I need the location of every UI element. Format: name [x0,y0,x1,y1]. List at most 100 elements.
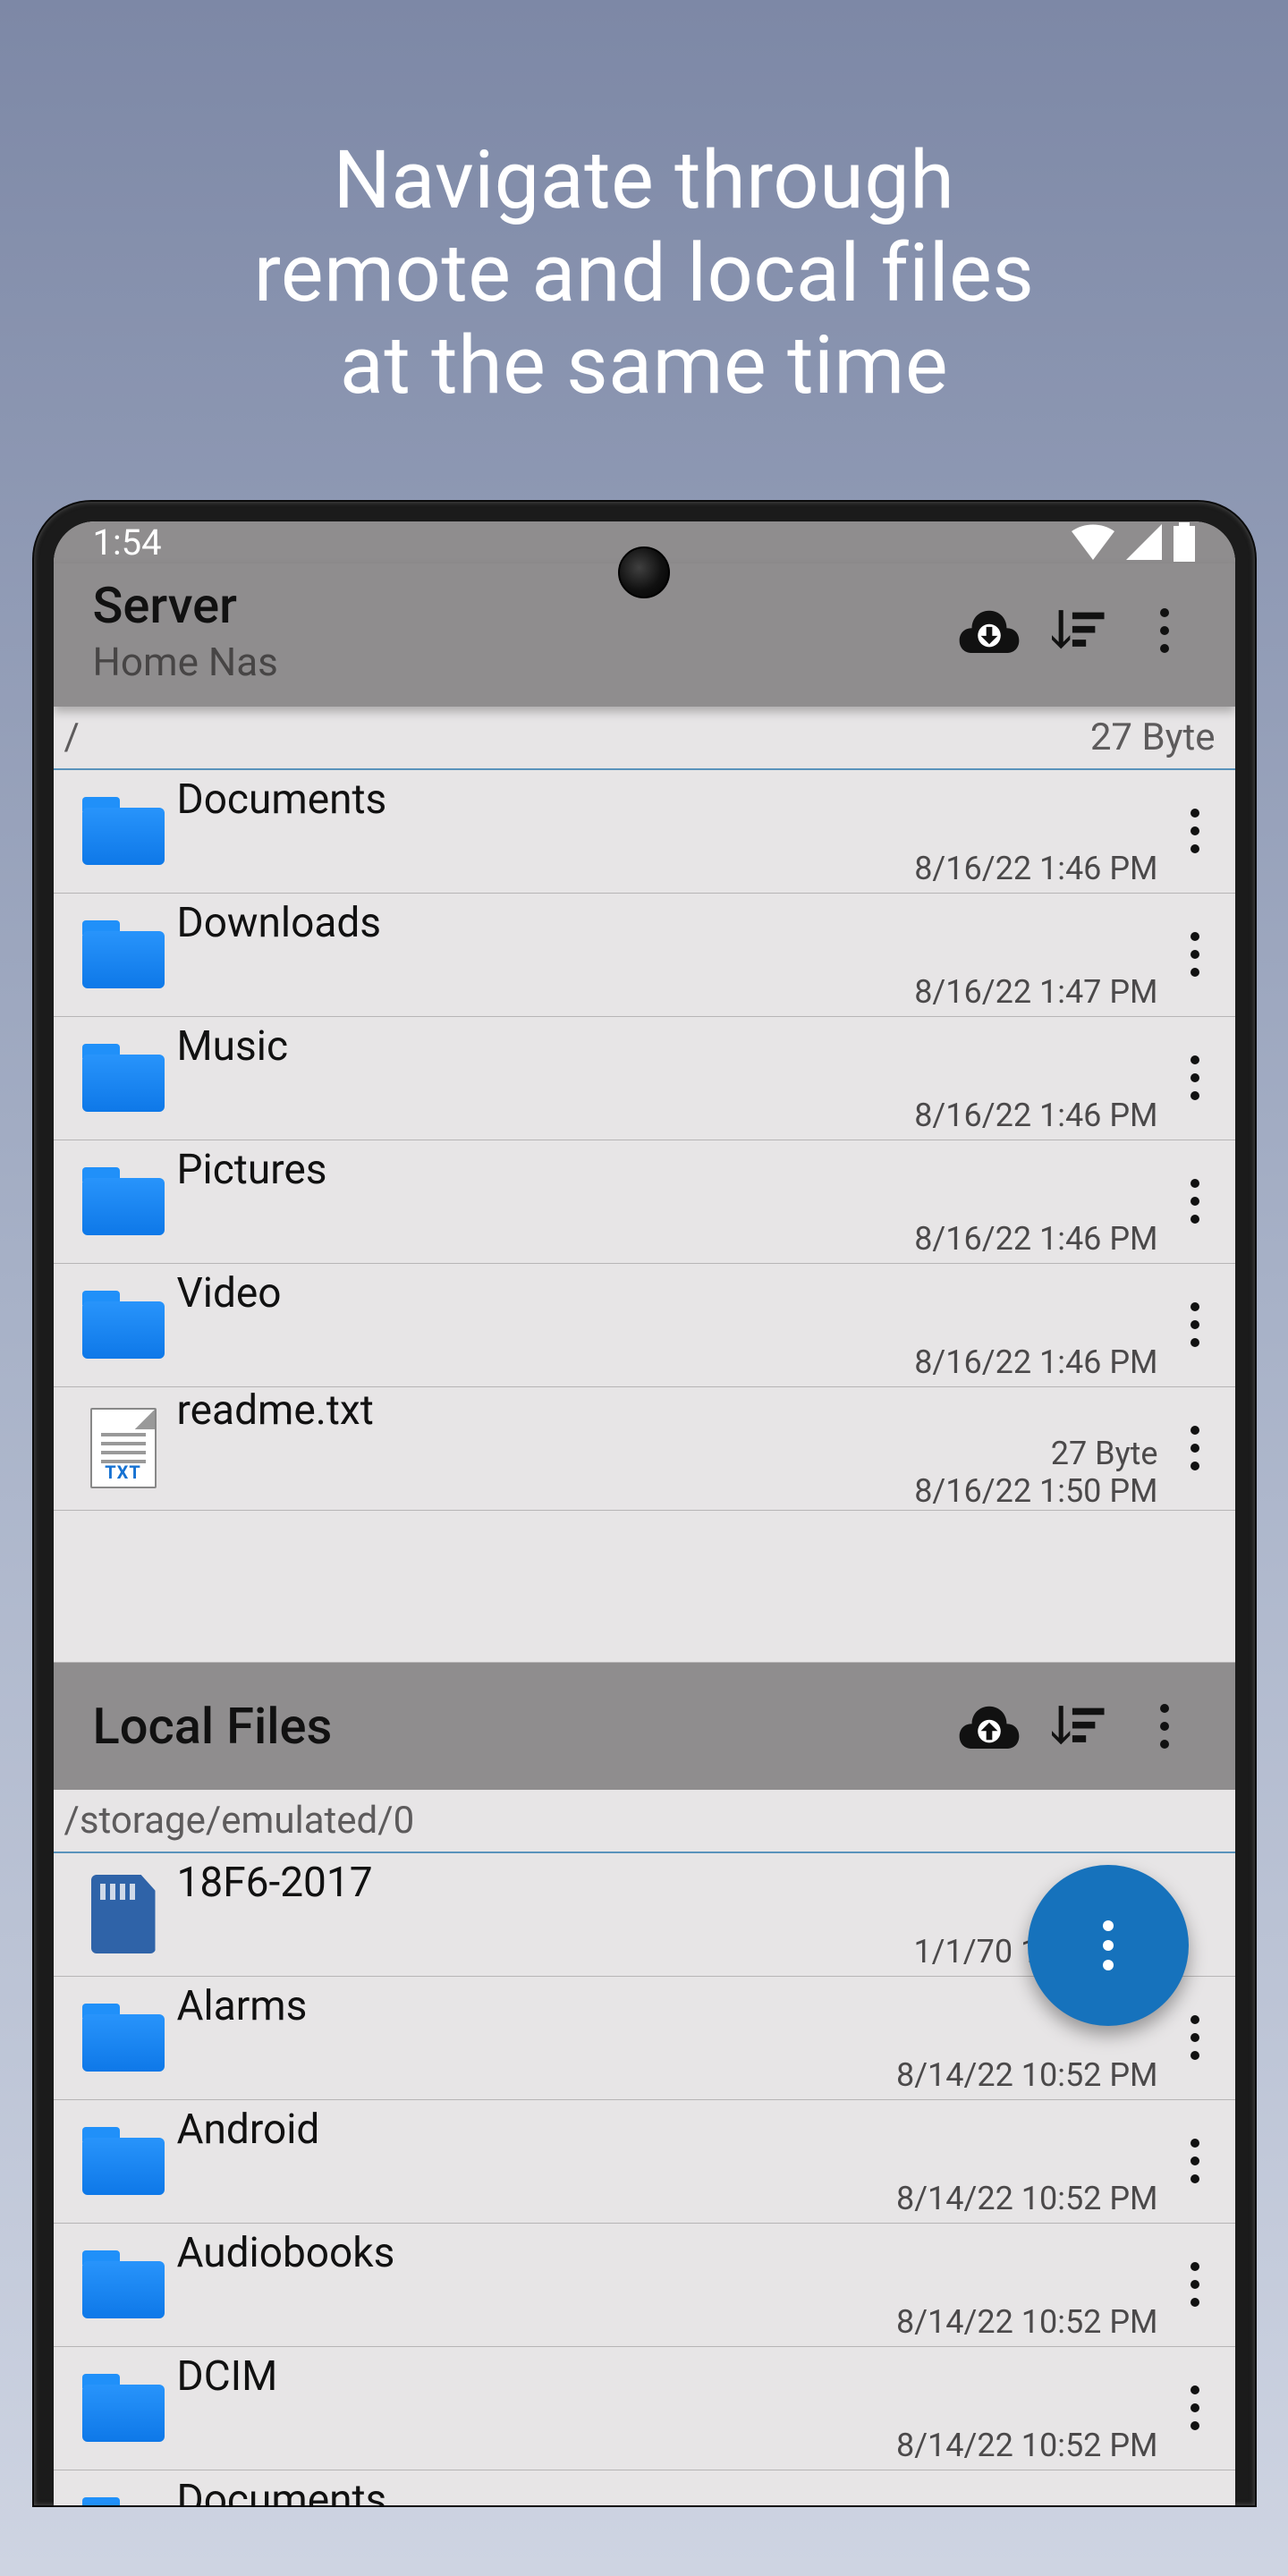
row-more-button[interactable] [1171,2224,1219,2346]
file-size: 27 Byte [1051,1435,1158,1472]
more-vert-icon [1191,1302,1199,1347]
fab-button[interactable] [1028,1865,1189,2026]
file-date: 8/16/22 1:47 PM [914,973,1157,1011]
file-meta: 8/14/22 10:52 PM [177,2180,1171,2217]
file-meta: 8/14/22 10:52 PM [177,2056,1171,2094]
file-row[interactable]: TXTreadme.txt27 Byte8/16/22 1:50 PM [54,1387,1235,1511]
folder-icon [82,797,165,865]
sort-button[interactable] [1046,599,1108,662]
file-name: readme.txt [177,1386,1171,1435]
file-name: Android [177,2106,1171,2154]
sort-button[interactable] [1046,1695,1108,1758]
file-meta: 1/1/70 12:00 AM [177,1933,1171,1970]
more-vert-icon [1191,1426,1199,1470]
server-empty-area [54,1511,1235,1663]
server-path-bar[interactable]: / 27 Byte [54,707,1235,770]
server-path: / [64,716,80,759]
promo-line: Navigate through [334,133,955,227]
file-icon-cell: TXT [70,1408,177,1488]
local-path-bar[interactable]: /storage/emulated/0 [54,1790,1235,1853]
row-more-button[interactable] [1171,1264,1219,1386]
file-meta: 8/14/22 10:52 PM [177,2427,1171,2464]
folder-icon [82,2374,165,2442]
file-main: 18F6-20171/1/70 12:00 AM [177,1853,1171,1976]
more-vert-icon [1191,2015,1199,2060]
local-path: /storage/emulated/0 [64,1799,415,1843]
file-main: Video 8/16/22 1:46 PM [177,1264,1171,1386]
file-icon-cell [70,1044,177,1112]
cloud-download-button[interactable] [958,599,1021,662]
row-more-button[interactable] [1171,2347,1219,2470]
file-row[interactable]: Audiobooks8/14/22 10:52 PM [54,2224,1235,2347]
file-name: Video [177,1269,1171,1318]
file-meta: 8/14/22 10:52 PM [177,2303,1171,2341]
file-name: Documents [177,775,1171,824]
cloud-upload-icon [958,1704,1021,1749]
more-vert-icon [1191,809,1199,853]
file-row[interactable]: Documents8/14/22 10:52 PM [54,2470,1235,2505]
file-row[interactable]: Music 8/16/22 1:46 PM [54,1017,1235,1140]
folder-icon [82,920,165,988]
row-more-button[interactable] [1171,894,1219,1016]
more-button[interactable] [1133,599,1196,662]
more-vert-icon [1191,1179,1199,1224]
file-meta: 8/16/22 1:46 PM [177,850,1171,887]
file-date: 8/16/22 1:46 PM [914,850,1157,887]
server-subtitle: Home Nas [93,639,933,685]
more-vert-icon [1191,1055,1199,1100]
row-more-button[interactable] [1171,1017,1219,1140]
row-more-button[interactable] [1171,1977,1219,2099]
folder-icon [82,2497,165,2505]
file-row[interactable]: Documents 8/16/22 1:46 PM [54,770,1235,894]
folder-icon [82,1291,165,1359]
file-icon-cell [70,1167,177,1235]
row-more-button[interactable] [1171,1387,1219,1510]
file-icon-cell [70,2004,177,2072]
file-main: Android 8/14/22 10:52 PM [177,2100,1171,2223]
file-row[interactable]: DCIM 8/14/22 10:52 PM [54,2347,1235,2470]
file-name: Alarms [177,1982,1171,2030]
more-vert-icon [1191,2139,1199,2183]
file-name: Music [177,1022,1171,1071]
phone-screen: 1:54 Server Home Nas / [54,521,1235,2505]
row-more-button[interactable] [1171,2100,1219,2223]
server-total-size: 27 Byte [1090,716,1216,759]
row-more-button[interactable] [1171,2470,1219,2505]
file-icon-cell [70,1291,177,1359]
cloud-upload-button[interactable] [958,1695,1021,1758]
row-more-button[interactable] [1171,1140,1219,1263]
front-camera [618,547,670,598]
file-icon-cell [70,920,177,988]
file-row[interactable]: Android 8/14/22 10:52 PM [54,2100,1235,2224]
battery-icon [1173,522,1196,562]
file-meta: 8/16/22 1:46 PM [177,1343,1171,1381]
file-date: 8/16/22 1:46 PM [914,1097,1157,1134]
file-name: Downloads [177,899,1171,947]
status-time: 1:54 [93,521,162,564]
file-icon-cell [70,797,177,865]
local-header: Local Files [54,1663,1235,1790]
file-main: Downloads 8/16/22 1:47 PM [177,894,1171,1016]
folder-icon [82,1044,165,1112]
sd-card-icon [91,1875,156,1953]
wifi-icon [1071,524,1115,560]
file-icon-cell [70,2497,177,2505]
server-file-list[interactable]: Documents 8/16/22 1:46 PM Downloads 8/16/22… [54,770,1235,1511]
more-vert-icon [1191,932,1199,977]
file-name: Documents [177,2476,1171,2505]
more-vert-icon [1191,2385,1199,2430]
file-row[interactable]: Downloads 8/16/22 1:47 PM [54,894,1235,1017]
file-icon-cell [70,2374,177,2442]
file-meta: 27 Byte8/16/22 1:50 PM [177,1435,1171,1510]
file-main: DCIM 8/14/22 10:52 PM [177,2347,1171,2470]
file-date: 8/16/22 1:46 PM [914,1220,1157,1258]
file-row[interactable]: Video 8/16/22 1:46 PM [54,1264,1235,1387]
more-button[interactable] [1133,1695,1196,1758]
file-main: Pictures8/16/22 1:46 PM [177,1140,1171,1263]
file-date: 8/14/22 10:52 PM [896,2056,1158,2094]
file-row[interactable]: Pictures8/16/22 1:46 PM [54,1140,1235,1264]
file-name: DCIM [177,2352,1171,2401]
row-more-button[interactable] [1171,770,1219,893]
file-main: Audiobooks8/14/22 10:52 PM [177,2224,1171,2346]
file-main: Documents 8/16/22 1:46 PM [177,770,1171,893]
